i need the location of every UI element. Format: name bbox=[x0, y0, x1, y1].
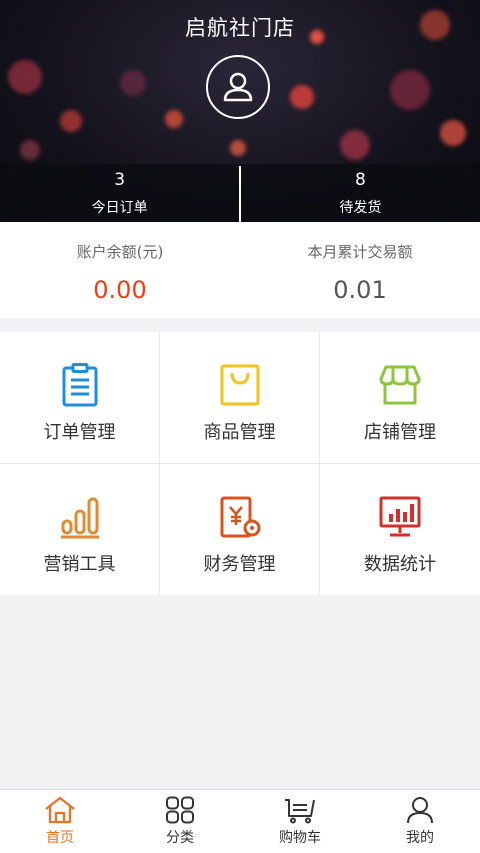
user-avatar-icon bbox=[223, 72, 253, 102]
pending-shipment-count: 8 bbox=[354, 170, 366, 190]
cart-icon bbox=[285, 799, 315, 824]
monthly-volume-label: 本月累计交易额 bbox=[307, 243, 413, 261]
data-statistics-button[interactable]: 数据统计 bbox=[320, 464, 480, 595]
storefront-icon bbox=[377, 362, 423, 408]
bokeh-light bbox=[440, 120, 466, 146]
today-orders-stat[interactable]: 3 今日订单 bbox=[0, 164, 239, 222]
product-management-button[interactable]: 商品管理 bbox=[160, 332, 319, 463]
store-name: 启航社门店 bbox=[185, 16, 295, 40]
store-management-button[interactable]: 店铺管理 bbox=[320, 332, 480, 463]
order-management-label: 订单管理 bbox=[43, 422, 116, 443]
tab-category-label: 分类 bbox=[166, 830, 194, 846]
marketing-tools-label: 营销工具 bbox=[43, 554, 116, 575]
home-icon bbox=[45, 796, 75, 824]
balance-panel: 账户余额(元) 0.00 本月累计交易额 0.01 bbox=[0, 222, 480, 318]
bokeh-light bbox=[390, 70, 430, 110]
monthly-volume[interactable]: 本月累计交易额 0.01 bbox=[240, 222, 480, 318]
product-management-label: 商品管理 bbox=[203, 422, 276, 443]
account-balance-value: 0.00 bbox=[93, 276, 147, 304]
pending-shipment-label: 待发货 bbox=[339, 200, 382, 216]
marketing-tools-button[interactable]: 营销工具 bbox=[0, 464, 159, 595]
bar-chart-icon bbox=[57, 494, 103, 540]
feature-grid: 订单管理 商品管理 店铺管理 营销工具 财务管理 数据统计 bbox=[0, 332, 480, 595]
pending-shipment-stat[interactable]: 8 待发货 bbox=[241, 164, 480, 222]
order-management-button[interactable]: 订单管理 bbox=[0, 332, 159, 463]
header-banner: 启航社门店 3 今日订单 8 待发货 bbox=[0, 0, 480, 222]
finance-management-label: 财务管理 bbox=[203, 554, 276, 575]
avatar[interactable] bbox=[206, 55, 270, 119]
bokeh-light bbox=[230, 140, 246, 156]
monthly-volume-value: 0.01 bbox=[333, 276, 387, 304]
user-icon bbox=[407, 797, 433, 824]
bokeh-light bbox=[60, 110, 82, 132]
clipboard-icon bbox=[57, 362, 103, 408]
grid-icon bbox=[166, 796, 194, 824]
today-orders-count: 3 bbox=[114, 170, 126, 190]
shopping-bag-icon bbox=[217, 362, 263, 408]
tab-mine[interactable]: 我的 bbox=[360, 790, 480, 853]
account-balance-label: 账户余额(元) bbox=[76, 243, 164, 261]
bokeh-light bbox=[165, 110, 183, 128]
today-orders-label: 今日订单 bbox=[91, 200, 148, 216]
store-management-label: 店铺管理 bbox=[364, 422, 436, 443]
bokeh-light bbox=[340, 130, 370, 160]
tab-cart-label: 购物车 bbox=[279, 830, 321, 846]
tab-cart[interactable]: 购物车 bbox=[240, 790, 360, 853]
bokeh-light bbox=[8, 60, 42, 94]
bottom-tab-bar: 首页 分类 购物车 我的 bbox=[0, 789, 480, 853]
bokeh-light bbox=[290, 85, 314, 109]
monitor-chart-icon bbox=[377, 494, 423, 540]
today-stats: 3 今日订单 8 待发货 bbox=[0, 164, 480, 222]
bokeh-light bbox=[20, 140, 40, 160]
tab-category[interactable]: 分类 bbox=[120, 790, 240, 853]
finance-management-button[interactable]: 财务管理 bbox=[160, 464, 319, 595]
bokeh-light bbox=[120, 70, 146, 96]
data-statistics-label: 数据统计 bbox=[364, 554, 436, 575]
account-balance[interactable]: 账户余额(元) 0.00 bbox=[0, 222, 240, 318]
tab-mine-label: 我的 bbox=[406, 830, 434, 846]
tab-home[interactable]: 首页 bbox=[0, 790, 120, 853]
finance-icon bbox=[217, 494, 263, 540]
tab-home-label: 首页 bbox=[46, 830, 74, 846]
